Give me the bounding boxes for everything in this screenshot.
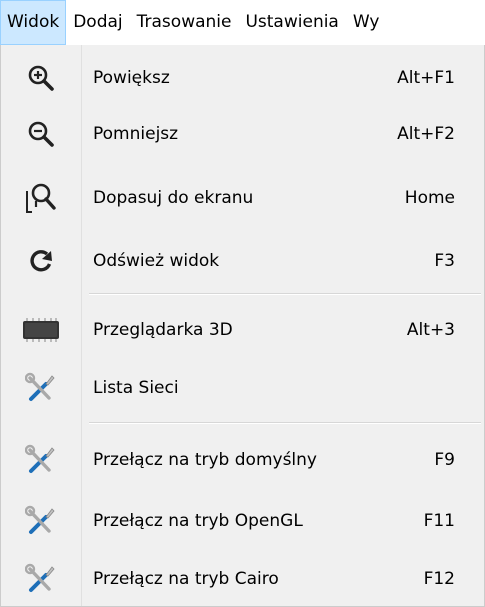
menu-item-shortcut: F3	[434, 250, 455, 271]
menu-item-label: Odśwież widok	[93, 250, 220, 271]
menu-item-netlist[interactable]: Lista Sieci	[1, 360, 479, 415]
menu-item-default-mode[interactable]: Przełącz na tryb domyślny F9	[1, 432, 479, 487]
menubar-item-dodaj[interactable]: Dodaj	[66, 0, 129, 45]
tools-icon	[1, 360, 81, 415]
menu-item-shortcut: Alt+3	[406, 319, 455, 340]
menu-item-refresh[interactable]: Odśwież widok F3	[1, 233, 479, 288]
zoom-fit-icon	[1, 170, 81, 225]
menu-item-zoom-out[interactable]: Pomniejsz Alt+F2	[1, 106, 479, 161]
menu-item-shortcut: Alt+F2	[397, 123, 455, 144]
menu-item-shortcut: F11	[423, 510, 455, 531]
zoom-in-icon	[1, 50, 81, 105]
tools-icon	[1, 432, 81, 487]
menubar-item-truncated[interactable]: Wy	[346, 0, 387, 45]
tools-icon	[1, 493, 81, 548]
menu-separator	[89, 293, 481, 295]
menu-item-label: Pomniejsz	[93, 123, 179, 144]
menu-item-label: Lista Sieci	[93, 377, 179, 398]
menubar: Widok Dodaj Trasowanie Ustawienia Wy	[0, 0, 485, 45]
refresh-icon	[1, 233, 81, 288]
widok-dropdown-menu: Powiększ Alt+F1 Pomniejsz Alt+F2 Dopasuj…	[0, 45, 485, 607]
menu-item-zoom-in[interactable]: Powiększ Alt+F1	[1, 50, 479, 105]
menubar-item-trasowanie[interactable]: Trasowanie	[130, 0, 239, 45]
tools-icon	[1, 551, 81, 606]
chip-3d-icon	[1, 302, 81, 357]
menu-item-shortcut: F12	[423, 568, 455, 589]
menubar-item-ustawienia[interactable]: Ustawienia	[238, 0, 345, 45]
menu-item-shortcut: Alt+F1	[397, 67, 455, 88]
menubar-item-widok[interactable]: Widok	[0, 0, 67, 45]
menu-item-label: Przeglądarka 3D	[93, 319, 233, 340]
zoom-out-icon	[1, 106, 81, 161]
menu-item-shortcut: Home	[404, 187, 455, 208]
menu-separator	[89, 422, 481, 424]
menu-item-label: Przełącz na tryb Cairo	[93, 568, 279, 589]
menu-item-zoom-fit[interactable]: Dopasuj do ekranu Home	[1, 170, 479, 225]
menu-item-label: Powiększ	[93, 67, 170, 88]
menu-item-3d-viewer[interactable]: Przeglądarka 3D Alt+3	[1, 302, 479, 357]
menu-item-shortcut: F9	[434, 449, 455, 470]
menu-item-cairo-mode[interactable]: Przełącz na tryb Cairo F12	[1, 551, 479, 606]
menu-item-label: Przełącz na tryb domyślny	[93, 449, 317, 470]
menu-item-label: Dopasuj do ekranu	[93, 187, 254, 208]
menu-item-label: Przełącz na tryb OpenGL	[93, 510, 303, 531]
menu-item-opengl-mode[interactable]: Przełącz na tryb OpenGL F11	[1, 493, 479, 548]
